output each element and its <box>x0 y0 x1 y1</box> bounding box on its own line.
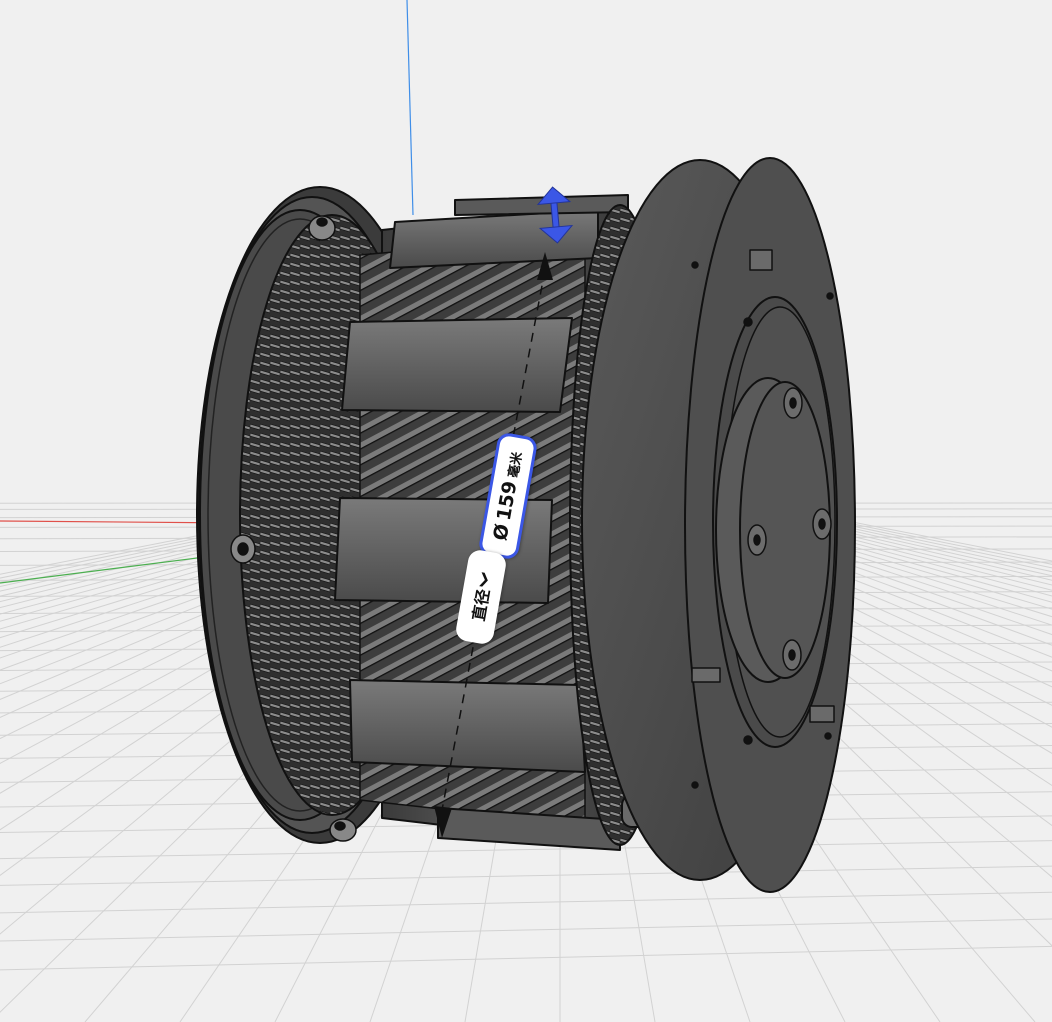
diameter-value: 159 <box>492 479 522 523</box>
grid-line <box>0 945 1052 971</box>
diameter-symbol: Ø <box>489 522 514 543</box>
diameter-unit: 毫米 <box>505 450 526 480</box>
chevron-down-icon: ❯ <box>476 570 492 589</box>
motor-model[interactable] <box>196 157 856 893</box>
z-axis-line <box>406 0 414 216</box>
right-end-plate[interactable] <box>581 157 856 893</box>
scene-canvas[interactable] <box>0 0 1052 1022</box>
measurement-type-label: 直径 <box>468 587 494 623</box>
grid-line <box>0 865 1052 886</box>
grid-line <box>0 918 1052 942</box>
grid-line <box>0 891 1052 914</box>
3d-viewport[interactable]: Ø 159 毫米 直径 ❯ <box>0 0 1052 1022</box>
